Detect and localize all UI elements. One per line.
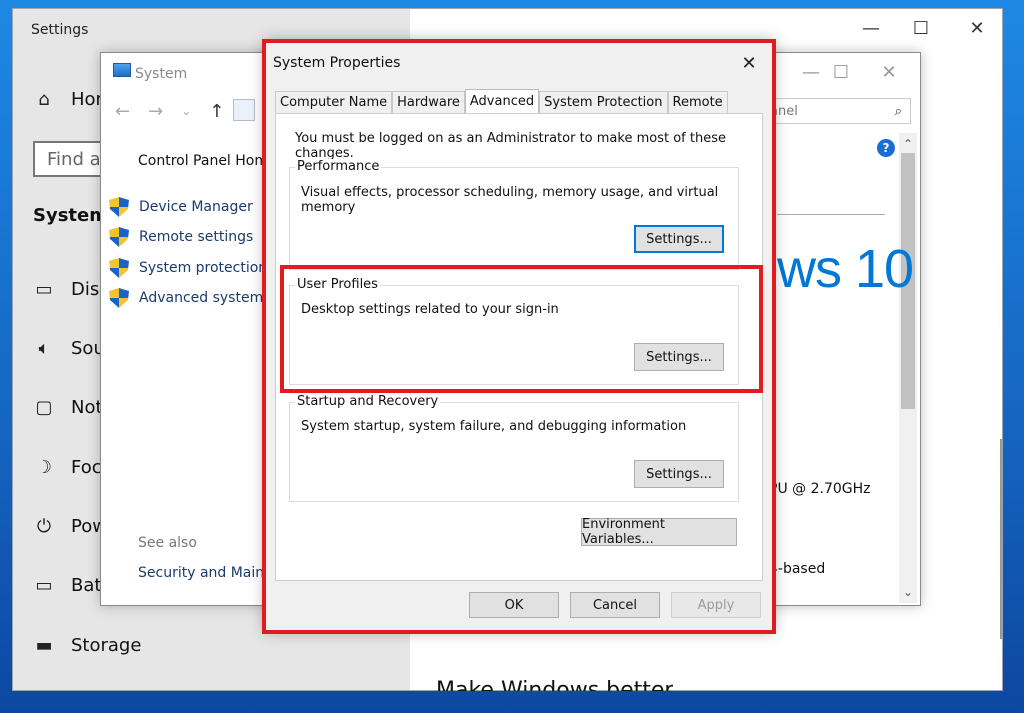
scroll-up-icon[interactable]: ⌃: [899, 135, 917, 153]
close-button[interactable]: ✕: [957, 15, 997, 43]
home-label: Hor: [71, 88, 103, 110]
battery-icon: ▭: [35, 574, 53, 596]
computer-icon: [113, 63, 131, 77]
shield-icon: [109, 288, 129, 308]
windows-10-logo-text: ws 10: [777, 239, 914, 299]
maximize-button[interactable]: ☐: [901, 15, 941, 43]
search-input[interactable]: anel ⌕: [761, 98, 911, 124]
maximize-icon: ☐: [912, 18, 930, 39]
close-icon: ✕: [969, 18, 985, 39]
up-arrow-icon[interactable]: ↑: [209, 101, 224, 122]
divider: [777, 214, 885, 215]
storage-icon: ▬: [35, 634, 53, 656]
settings-bottom-text: Make Windows better: [436, 678, 674, 691]
user-profiles-highlight-box: [280, 265, 763, 393]
minimize-icon: —: [802, 62, 820, 83]
shield-icon: [109, 258, 129, 278]
focus-assist-icon: ☽: [35, 456, 53, 478]
device-manager-link[interactable]: Device Manager: [109, 196, 253, 218]
shield-icon: [109, 227, 129, 247]
security-maintenance-link[interactable]: Security and Mainte: [138, 565, 278, 581]
system-protection-link[interactable]: System protection: [109, 257, 267, 279]
close-button[interactable]: ✕: [869, 61, 909, 85]
forward-arrow-icon[interactable]: →: [148, 101, 163, 122]
search-icon: ⌕: [894, 103, 902, 119]
power-icon: ⏻: [36, 515, 52, 537]
close-icon: ✕: [881, 62, 897, 83]
maximize-button[interactable]: ☐: [821, 61, 861, 85]
shield-icon: [109, 197, 129, 217]
minimize-icon: —: [862, 18, 880, 39]
scroll-down-icon[interactable]: ⌄: [899, 583, 917, 601]
minimize-button[interactable]: —: [851, 15, 891, 43]
address-bar-icon: [233, 99, 255, 121]
settings-scrollbar[interactable]: [1000, 439, 1002, 639]
home-icon: ⌂: [38, 88, 50, 110]
chevron-down-icon[interactable]: ⌄: [181, 104, 191, 118]
help-icon[interactable]: ?: [877, 139, 895, 157]
see-also-label: See also: [138, 535, 197, 551]
control-panel-home-link[interactable]: Control Panel Hom: [138, 153, 268, 169]
advanced-system-settings-link[interactable]: Advanced system s: [109, 287, 275, 309]
back-arrow-icon[interactable]: ←: [115, 101, 130, 122]
processor-info: PU @ 2.70GHz: [769, 481, 871, 497]
sound-icon: 🔈︎: [38, 337, 50, 359]
remote-settings-link[interactable]: Remote settings: [109, 226, 253, 248]
system-window-title: System: [135, 66, 188, 82]
display-icon: ▭: [35, 278, 53, 300]
settings-title: Settings: [31, 22, 89, 38]
notifications-icon: ▢: [35, 396, 53, 418]
maximize-icon: ☐: [832, 62, 850, 83]
system-type-info: 4-based: [769, 561, 826, 577]
settings-section-title: System: [33, 205, 108, 226]
